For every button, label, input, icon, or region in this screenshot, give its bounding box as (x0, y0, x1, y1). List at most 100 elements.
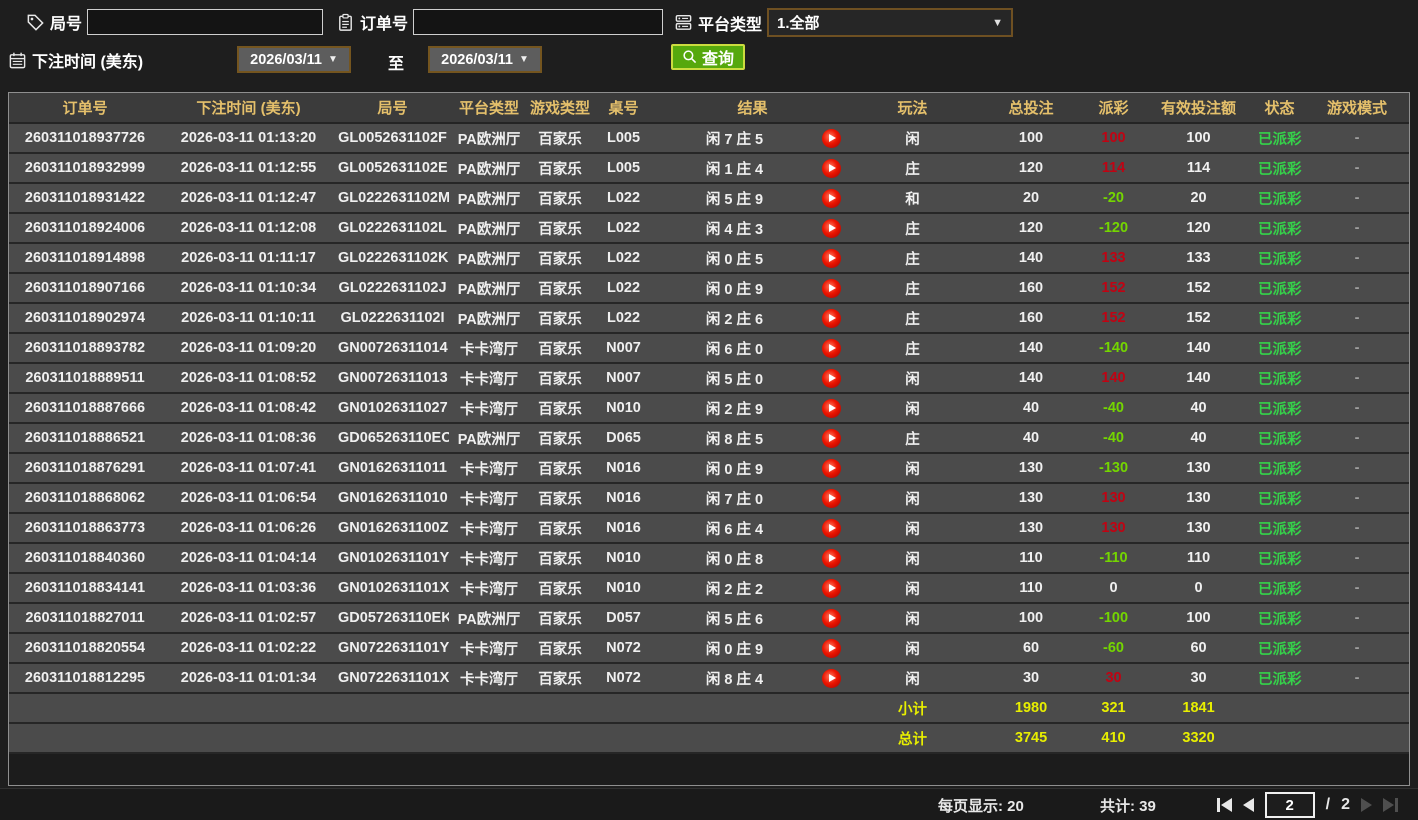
table-number-cell: N072 (591, 633, 656, 664)
valid-bet-cell: 110 (1141, 543, 1257, 574)
replay-play-icon[interactable] (821, 488, 841, 508)
game-type-cell: 百家乐 (529, 333, 591, 364)
total-bet-cell: 20 (976, 183, 1087, 214)
platform-type-filter: 平台类型 1.全部 ▼ (674, 8, 1014, 37)
table-row: 260311018937726 2026-03-11 01:13:20 GL00… (9, 123, 1409, 154)
order-number-cell: 260311018863773 (9, 513, 161, 544)
game-type-cell: 百家乐 (529, 483, 591, 514)
game-type-cell: 百家乐 (529, 393, 591, 424)
order-number-cell: 260311018886521 (9, 423, 161, 454)
pagination-bar: 每页显示: 20 共计: 39 / 2 (0, 788, 1418, 820)
total-bet-cell: 100 (976, 123, 1087, 154)
table-row: 260311018820554 2026-03-11 01:02:22 GN07… (9, 633, 1409, 664)
game-mode-cell: - (1303, 573, 1409, 604)
replay-play-icon[interactable] (821, 308, 841, 328)
game-type-cell: 百家乐 (529, 513, 591, 544)
play-type-cell: 和 (849, 183, 977, 214)
subtotal-bet: 1980 (976, 693, 1087, 724)
game-mode-cell: - (1303, 243, 1409, 274)
game-mode-cell: - (1303, 363, 1409, 394)
date-from-picker[interactable]: 2026/03/11 ▼ (237, 46, 351, 73)
replay-play-icon[interactable] (821, 638, 841, 658)
replay-play-icon[interactable] (821, 518, 841, 538)
first-page-button[interactable] (1216, 798, 1232, 812)
col-game-mode: 游戏模式 (1303, 93, 1409, 124)
bet-time-cell: 2026-03-11 01:12:55 (161, 153, 336, 184)
replay-play-icon[interactable] (821, 368, 841, 388)
platform-cell: 卡卡湾厅 (449, 573, 529, 604)
total-label: 总计 (849, 723, 977, 754)
play-type-cell: 庄 (849, 273, 977, 304)
replay-play-icon[interactable] (821, 158, 841, 178)
status-cell: 已派彩 (1256, 663, 1304, 694)
total-bet: 3745 (976, 723, 1087, 754)
replay-play-icon[interactable] (821, 338, 841, 358)
table-number-cell: L022 (591, 183, 656, 214)
table-number-cell: N007 (591, 363, 656, 394)
result-cell: 闲 6 庄 4 (656, 513, 813, 544)
replay-play-icon[interactable] (821, 548, 841, 568)
status-cell: 已派彩 (1256, 273, 1304, 304)
replay-play-icon[interactable] (821, 278, 841, 298)
prev-page-button[interactable] (1242, 798, 1254, 812)
payout-cell: 140 (1086, 363, 1142, 394)
round-number-cell: GN01626311010 (336, 483, 449, 514)
round-number-label: 局号 (50, 16, 83, 33)
bet-time-cell: 2026-03-11 01:08:42 (161, 393, 336, 424)
table-number-cell: N007 (591, 333, 656, 364)
round-number-cell: GN0102631101Y (336, 543, 449, 574)
replay-play-icon[interactable] (821, 398, 841, 418)
replay-play-icon[interactable] (821, 188, 841, 208)
page-number-input[interactable] (1264, 792, 1315, 818)
result-cell: 闲 1 庄 4 (656, 153, 813, 184)
total-bet-cell: 120 (976, 153, 1087, 184)
replay-play-icon[interactable] (821, 608, 841, 628)
result-cell: 闲 0 庄 9 (656, 273, 813, 304)
status-cell: 已派彩 (1256, 363, 1304, 394)
replay-play-icon[interactable] (821, 668, 841, 688)
next-page-button[interactable] (1361, 798, 1372, 812)
order-number-cell: 260311018820554 (9, 633, 161, 664)
date-to-picker[interactable]: 2026/03/11 ▼ (428, 46, 542, 73)
play-type-cell: 庄 (849, 333, 977, 364)
date-range-to-label: 至 (388, 56, 405, 73)
payout-cell: 30 (1086, 663, 1142, 694)
status-cell: 已派彩 (1256, 453, 1304, 484)
replay-play-icon[interactable] (821, 248, 841, 268)
order-number-cell: 260311018812295 (9, 663, 161, 694)
order-number-cell: 260311018914898 (9, 243, 161, 274)
total-bet-cell: 100 (976, 603, 1087, 634)
round-number-cell: GN0162631100Z (336, 513, 449, 544)
search-button[interactable]: 查询 (671, 44, 746, 70)
payout-cell: -40 (1086, 423, 1142, 454)
order-number-input[interactable] (413, 9, 664, 35)
round-number-input[interactable] (87, 9, 324, 35)
replay-play-icon[interactable] (821, 428, 841, 448)
order-number-cell: 260311018907166 (9, 273, 161, 304)
valid-bet-cell: 60 (1141, 633, 1257, 664)
bet-time-cell: 2026-03-11 01:10:11 (161, 303, 336, 334)
bet-time-cell: 2026-03-11 01:08:36 (161, 423, 336, 454)
table-row: 260311018889511 2026-03-11 01:08:52 GN00… (9, 363, 1409, 394)
round-number-cell: GN01026311027 (336, 393, 449, 424)
col-round-number: 局号 (336, 93, 449, 124)
subtotal-row: 小计 1980 321 1841 (9, 693, 1409, 724)
table-row: 260311018827011 2026-03-11 01:02:57 GD05… (9, 603, 1409, 634)
replay-cell (813, 423, 850, 454)
round-number-cell: GN0722631101X (336, 663, 449, 694)
replay-play-icon[interactable] (821, 128, 841, 148)
replay-play-icon[interactable] (821, 218, 841, 238)
result-cell: 闲 6 庄 0 (656, 333, 813, 364)
replay-cell (813, 393, 850, 424)
last-page-button[interactable] (1383, 798, 1398, 812)
round-number-cell: GN00726311014 (336, 333, 449, 364)
replay-play-icon[interactable] (821, 458, 841, 478)
order-number-cell: 260311018887666 (9, 393, 161, 424)
platform-cell: 卡卡湾厅 (449, 333, 529, 364)
col-total-bet: 总投注 (976, 93, 1087, 124)
replay-play-icon[interactable] (821, 578, 841, 598)
result-cell: 闲 5 庄 6 (656, 603, 813, 634)
platform-type-select[interactable]: 1.全部 ▼ (767, 8, 1014, 37)
status-cell: 已派彩 (1256, 573, 1304, 604)
valid-bet-cell: 140 (1141, 333, 1257, 364)
